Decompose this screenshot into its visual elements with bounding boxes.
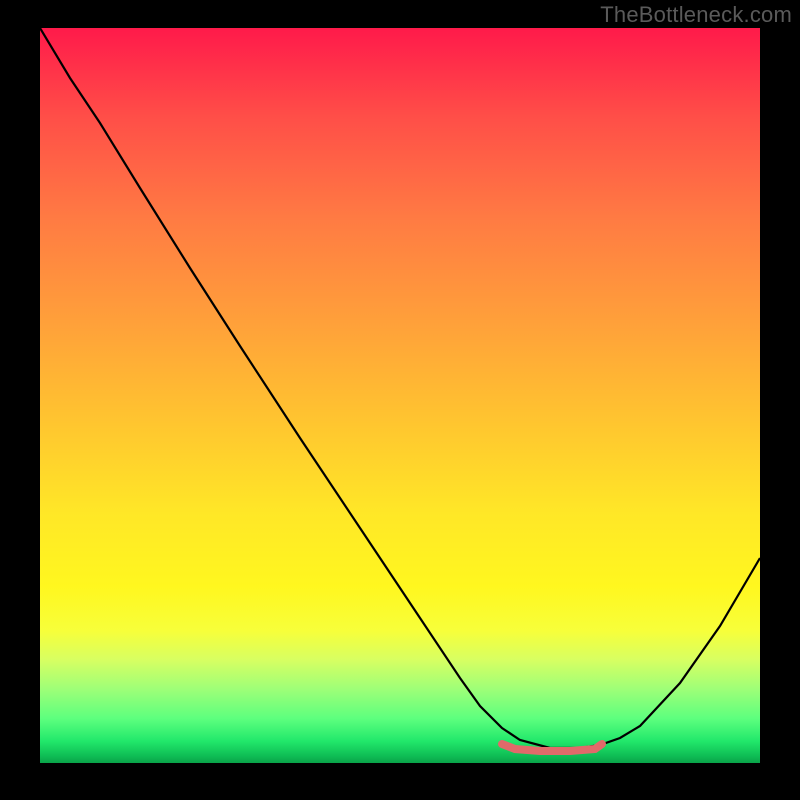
- plot-area: [40, 28, 760, 763]
- chart-frame: TheBottleneck.com: [0, 0, 800, 800]
- watermark-text: TheBottleneck.com: [600, 2, 792, 28]
- highlight-flat-min-path: [502, 744, 602, 751]
- curve-svg: [40, 28, 760, 763]
- bottleneck-curve-path: [40, 28, 760, 748]
